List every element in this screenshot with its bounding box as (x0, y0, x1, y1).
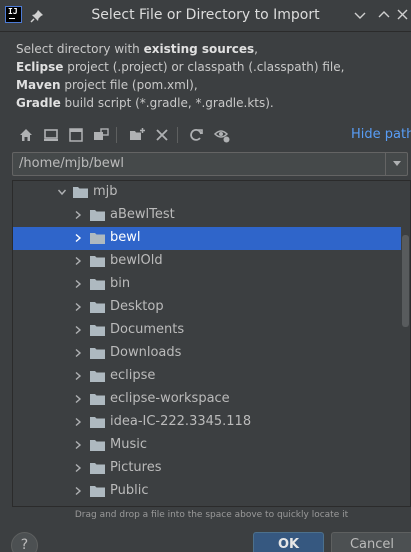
chevron-down-icon (393, 161, 401, 166)
folder-icon (73, 187, 88, 198)
chevron-right-icon[interactable] (73, 440, 83, 450)
tree-item-label: bewl (110, 230, 141, 245)
tree-row[interactable]: Public (13, 480, 401, 503)
chevron-right-icon[interactable] (73, 233, 83, 243)
chevron-right-icon[interactable] (73, 302, 83, 312)
title-bar: IJ Select File or Directory to Import (0, 0, 411, 32)
folder-icon (90, 279, 105, 290)
tree-item-label: Music (110, 437, 147, 452)
chevron-right-icon[interactable] (73, 417, 83, 427)
tree-item-label: Documents (110, 322, 185, 337)
hide-path-link[interactable]: Hide path (351, 127, 411, 142)
tree-row[interactable]: Documents (13, 319, 401, 342)
instruction-text: Select directory with existing sources, … (16, 42, 345, 110)
path-field[interactable]: /home/mjb/bewl (12, 152, 408, 176)
tree-row[interactable]: aBewlTest (13, 204, 401, 227)
close-icon[interactable] (395, 7, 411, 23)
chevron-right-icon[interactable] (73, 394, 83, 404)
folder-icon (90, 302, 105, 313)
desktop-icon[interactable] (42, 126, 60, 144)
tree-row[interactable]: Downloads (13, 342, 401, 365)
minimize-icon[interactable] (352, 7, 368, 23)
delete-icon[interactable] (153, 126, 171, 144)
folder-icon (90, 463, 105, 474)
folder-icon (90, 394, 105, 405)
tree-row[interactable]: eclipse (13, 365, 401, 388)
tree-row[interactable]: Pictures (13, 457, 401, 480)
folder-icon (90, 233, 105, 244)
show-hidden-files-icon[interactable] (213, 126, 231, 144)
folder-icon (90, 325, 105, 336)
tree-row[interactable]: Desktop (13, 296, 401, 319)
tree-item-label: Pictures (110, 460, 162, 475)
file-chooser-toolbar: Hide path (12, 124, 411, 146)
path-history-dropdown[interactable] (385, 153, 407, 175)
tree-item-label: Desktop (110, 299, 164, 314)
folder-tree[interactable]: mjb aBewlTest bewl bewlOld bin Desktop Docume… (12, 180, 411, 507)
refresh-icon[interactable] (187, 126, 205, 144)
chevron-right-icon[interactable] (73, 256, 83, 266)
tree-row[interactable]: bewlOld (13, 250, 401, 273)
chevron-right-icon[interactable] (73, 463, 83, 473)
chevron-right-icon[interactable] (73, 279, 83, 289)
path-value[interactable]: /home/mjb/bewl (19, 156, 124, 171)
tree-item-label: Public (110, 483, 149, 498)
tree-row[interactable]: bewl (13, 227, 401, 250)
window-title: Select File or Directory to Import (91, 7, 320, 23)
tree-item-label: eclipse (110, 368, 156, 383)
maximize-icon[interactable] (376, 7, 392, 23)
tree-item-label: mjb (93, 184, 118, 199)
chevron-right-icon[interactable] (73, 371, 83, 381)
tree-row[interactable]: bin (13, 273, 401, 296)
folder-icon (90, 348, 105, 359)
folder-icon (90, 256, 105, 267)
chevron-right-icon[interactable] (73, 486, 83, 496)
ok-button[interactable]: OK (253, 532, 324, 552)
folder-icon (90, 417, 105, 428)
tree-row-mjb[interactable]: mjb (13, 181, 401, 204)
drag-drop-hint: Drag and drop a file into the space abov… (74, 510, 349, 520)
folder-icon (90, 371, 105, 382)
toolbar-separator (177, 127, 178, 143)
tree-item-label: idea-IC-222.3345.118 (110, 414, 252, 429)
tree-row[interactable]: eclipse-workspace (13, 388, 401, 411)
tree-item-label: Downloads (110, 345, 182, 360)
chevron-down-icon[interactable] (57, 187, 67, 197)
chevron-right-icon[interactable] (73, 325, 83, 335)
tree-row[interactable]: idea-IC-222.3345.118 (13, 411, 401, 434)
chevron-right-icon[interactable] (73, 210, 83, 220)
cancel-button[interactable]: Cancel (331, 532, 411, 552)
chevron-right-icon[interactable] (73, 348, 83, 358)
folder-icon (90, 440, 105, 451)
tree-item-label: bin (110, 276, 131, 291)
new-folder-icon[interactable] (128, 126, 146, 144)
tree-item-label: eclipse-workspace (110, 391, 230, 406)
tree-scrollbar[interactable] (402, 235, 409, 327)
project-directory-icon[interactable] (67, 126, 85, 144)
tree-row[interactable]: Music (13, 434, 401, 457)
help-button[interactable]: ? (11, 532, 38, 552)
tree-item-label: aBewlTest (110, 207, 175, 222)
module-directory-icon[interactable] (92, 126, 110, 144)
tree-item-label: bewlOld (110, 253, 163, 268)
home-icon[interactable] (17, 126, 35, 144)
folder-icon (90, 210, 105, 221)
folder-icon (90, 486, 105, 497)
toolbar-separator (116, 127, 117, 143)
